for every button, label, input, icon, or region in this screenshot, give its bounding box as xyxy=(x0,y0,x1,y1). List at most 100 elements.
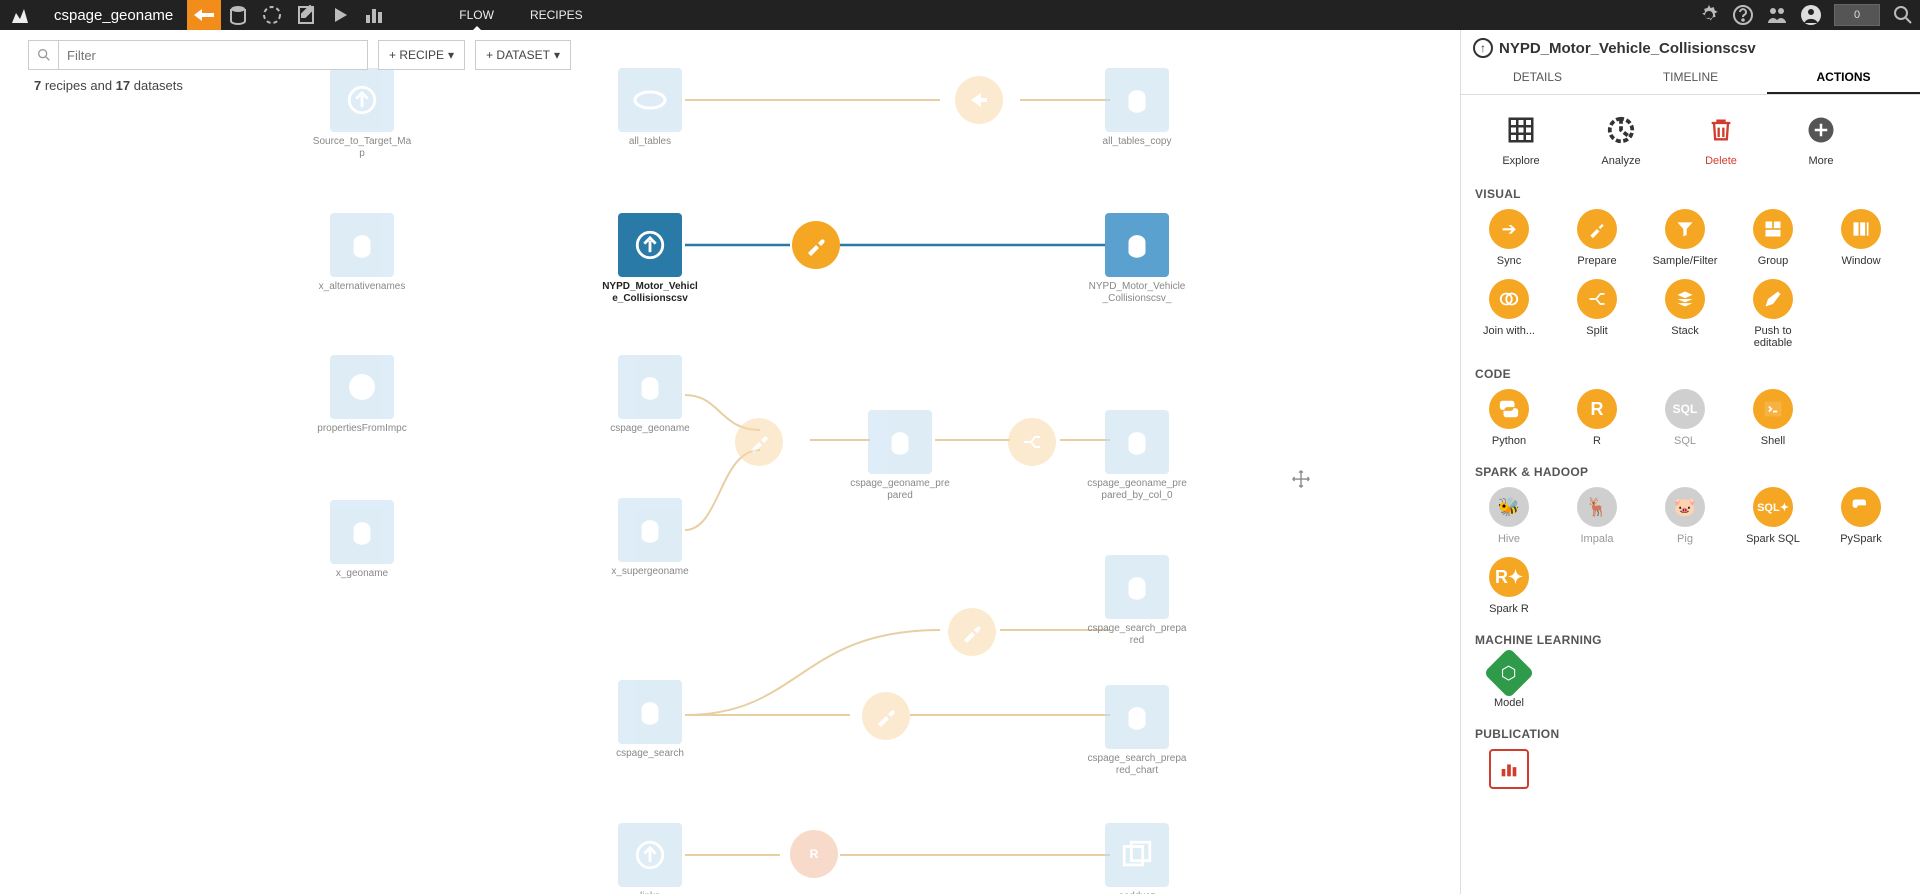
settings-icon[interactable] xyxy=(1692,0,1726,30)
project-name[interactable]: cspage_geoname xyxy=(40,0,187,30)
filter-input[interactable] xyxy=(59,41,367,69)
code-shell[interactable]: Shell xyxy=(1739,389,1807,447)
recipe-sync-1[interactable] xyxy=(955,76,1003,124)
spark-sparkr[interactable]: R✦Spark R xyxy=(1475,557,1543,615)
spark-pyspark[interactable]: PySpark xyxy=(1827,487,1895,545)
pencil-icon xyxy=(1753,279,1793,319)
filter-icon xyxy=(1665,209,1705,249)
node-x-alternativenames[interactable]: x_alternativenames xyxy=(330,213,394,293)
chevron-down-icon: ▾ xyxy=(448,48,454,62)
tab-details[interactable]: DETAILS xyxy=(1461,62,1614,94)
nav-flow[interactable]: FLOW xyxy=(441,0,512,30)
node-all-tables-copy[interactable]: all_tables_copy xyxy=(1105,68,1169,148)
ml-model[interactable]: ⬡Model xyxy=(1475,655,1543,709)
flow-icon[interactable] xyxy=(187,0,221,30)
right-panel: ↑ NYPD_Motor_Vehicle_Collisionscsv DETAI… xyxy=(1460,30,1920,894)
recipe-prepare-search-1[interactable] xyxy=(948,608,996,656)
recipe-prepare-search-2[interactable] xyxy=(862,692,910,740)
node-cspage-search-prepared[interactable]: cspage_search_prepared xyxy=(1105,555,1169,646)
r-icon: R xyxy=(1577,389,1617,429)
visual-prepare[interactable]: Prepare xyxy=(1563,209,1631,267)
spark-pig[interactable]: 🐷Pig xyxy=(1651,487,1719,545)
code-python[interactable]: Python xyxy=(1475,389,1543,447)
visual-push-to-editable[interactable]: Push to editable xyxy=(1739,279,1807,349)
impala-icon: 🦌 xyxy=(1577,487,1617,527)
action-explore[interactable]: Explore xyxy=(1485,111,1557,167)
section-ml: MACHINE LEARNING xyxy=(1475,633,1906,647)
spark-impala[interactable]: 🦌Impala xyxy=(1563,487,1631,545)
node-x-supergeoname[interactable]: x_supergeoname xyxy=(618,498,682,578)
pyspark-icon xyxy=(1841,487,1881,527)
app-logo[interactable] xyxy=(0,0,40,30)
visual-window[interactable]: Window xyxy=(1827,209,1895,267)
plus-circle-icon xyxy=(1802,111,1840,149)
user-icon[interactable] xyxy=(1794,0,1828,30)
node-x-geoname[interactable]: x_geoname xyxy=(330,500,394,580)
sparkr-icon: R✦ xyxy=(1489,557,1529,597)
recipe-prepare-nypd[interactable] xyxy=(792,221,840,269)
node-all-tables[interactable]: all_tables xyxy=(618,68,682,148)
datasets-icon[interactable] xyxy=(221,0,255,30)
node-cspage-geoname[interactable]: cspage_geoname xyxy=(618,355,682,435)
node-cspage-search-prepared-chart[interactable]: cspage_search_prepared_chart xyxy=(1105,685,1169,776)
summary-line: 7 recipes and 17 datasets xyxy=(34,78,183,93)
node-cspage-geoname-prepared-by-col0[interactable]: cspage_geoname_prepared_by_col_0 xyxy=(1105,410,1169,501)
window-icon xyxy=(1841,209,1881,249)
group-icon xyxy=(1753,209,1793,249)
code-sql[interactable]: SQLSQL xyxy=(1651,389,1719,447)
hive-icon: 🐝 xyxy=(1489,487,1529,527)
spark-sparksql[interactable]: SQL✦Spark SQL xyxy=(1739,487,1807,545)
visual-sync[interactable]: ➔Sync xyxy=(1475,209,1543,267)
node-links[interactable]: links xyxy=(618,823,682,894)
action-delete[interactable]: Delete xyxy=(1685,111,1757,167)
filter-box xyxy=(28,40,368,70)
visual-group[interactable]: Group xyxy=(1739,209,1807,267)
broom-icon xyxy=(1577,209,1617,249)
code-r[interactable]: RR xyxy=(1563,389,1631,447)
recipe-split-geoname[interactable] xyxy=(1008,418,1056,466)
publication-item[interactable] xyxy=(1475,749,1543,789)
section-spark: SPARK & HADOOP xyxy=(1475,465,1906,479)
tab-timeline[interactable]: TIMELINE xyxy=(1614,62,1767,94)
section-publication: PUBLICATION xyxy=(1475,727,1906,741)
action-more[interactable]: More xyxy=(1785,111,1857,167)
action-analyze[interactable]: Analyze xyxy=(1585,111,1657,167)
node-cspage-geoname-prepared[interactable]: cspage_geoname_prepared xyxy=(868,410,932,501)
jobs-icon[interactable] xyxy=(323,0,357,30)
dashboards-icon[interactable] xyxy=(357,0,391,30)
notebooks-icon[interactable] xyxy=(289,0,323,30)
share-icon[interactable] xyxy=(1760,0,1794,30)
node-cspage-search[interactable]: cspage_search xyxy=(618,680,682,760)
pig-icon: 🐷 xyxy=(1665,487,1705,527)
notification-counter[interactable]: 0 xyxy=(1834,4,1880,26)
recipes-icon[interactable] xyxy=(255,0,289,30)
visual-join-with[interactable]: Join with... xyxy=(1475,279,1543,349)
help-icon[interactable] xyxy=(1726,0,1760,30)
analyze-icon xyxy=(1602,111,1640,149)
grid-icon xyxy=(1502,111,1540,149)
search-icon[interactable] xyxy=(1886,0,1920,30)
node-asddxcz[interactable]: asddxcz xyxy=(1105,823,1169,894)
add-dataset-button[interactable]: + DATASET▾ xyxy=(475,40,571,70)
spark-hive[interactable]: 🐝Hive xyxy=(1475,487,1543,545)
sql-icon: SQL xyxy=(1665,389,1705,429)
node-nypd-selected[interactable]: NYPD_Motor_Vehicle_Collisionscsv xyxy=(618,213,682,304)
shell-icon xyxy=(1753,389,1793,429)
section-code: CODE xyxy=(1475,367,1906,381)
node-nypd-out[interactable]: NYPD_Motor_Vehicle_Collisionscsv_ xyxy=(1105,213,1169,304)
split-icon xyxy=(1577,279,1617,319)
visual-stack[interactable]: Stack xyxy=(1651,279,1719,349)
sparksql-icon: SQL✦ xyxy=(1753,487,1793,527)
flow-canvas[interactable]: + RECIPE▾ + DATASET▾ 7 recipes and 17 da… xyxy=(0,30,1460,894)
add-recipe-button[interactable]: + RECIPE▾ xyxy=(378,40,465,70)
trash-icon xyxy=(1702,111,1740,149)
nav-recipes[interactable]: RECIPES xyxy=(512,0,601,30)
tab-actions[interactable]: ACTIONS xyxy=(1767,62,1920,94)
join-icon xyxy=(1489,279,1529,319)
node-source-to-target-map[interactable]: Source_to_Target_Map xyxy=(330,68,394,159)
visual-sample-filter[interactable]: Sample/Filter xyxy=(1651,209,1719,267)
node-properties-from-impc[interactable]: propertiesFromImpc xyxy=(330,355,394,435)
recipe-prepare-geoname[interactable] xyxy=(735,418,783,466)
recipe-r-links[interactable]: R xyxy=(790,830,838,878)
visual-split[interactable]: Split xyxy=(1563,279,1631,349)
